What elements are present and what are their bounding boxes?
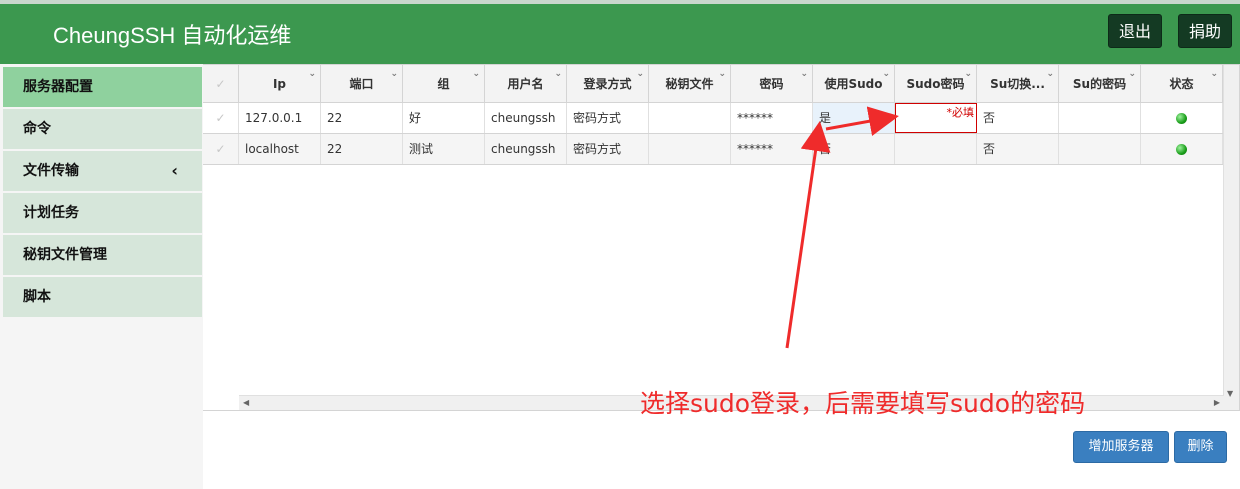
sort-caret-icon[interactable]: ⌄ <box>882 69 890 79</box>
sidebar-item-label: 脚本 <box>23 289 51 305</box>
scroll-down-arrow-icon[interactable]: ▼ <box>1227 389 1233 398</box>
cell-username[interactable]: cheungssh <box>485 134 567 164</box>
sidebar-item-scheduled-tasks[interactable]: 计划任务 <box>3 193 202 233</box>
sort-caret-icon[interactable]: ⌄ <box>800 69 808 79</box>
sidebar-item-command[interactable]: 命令 <box>3 109 202 149</box>
sort-caret-icon[interactable]: ⌄ <box>636 69 644 79</box>
chevron-left-icon[interactable]: ‹ <box>171 151 178 191</box>
column-header-port[interactable]: 端口 ⌄ <box>321 65 403 103</box>
column-header-sudo-password[interactable]: Sudo密码 ⌄ <box>895 65 977 103</box>
cell-sudo-password[interactable] <box>895 134 977 164</box>
sidebar-item-file-transfer[interactable]: 文件传输 ‹ <box>3 151 202 191</box>
column-header-username[interactable]: 用户名 ⌄ <box>485 65 567 103</box>
cell-password[interactable]: ****** <box>731 134 813 164</box>
annotation-text: 选择sudo登录，后需要填写sudo的密码 <box>640 389 1086 418</box>
sort-caret-icon[interactable]: ⌄ <box>472 69 480 79</box>
cell-port[interactable]: 22 <box>321 103 403 133</box>
table-header: ✓ Ip ⌄ 端口 ⌄ 组 ⌄ 用户名 ⌄ 登录方式 ⌄ 秘钥文件 ⌄ 密码 ⌄ 使用Sudo… <box>203 65 1224 103</box>
cell-status <box>1141 103 1223 133</box>
cell-port[interactable]: 22 <box>321 134 403 164</box>
row-checkbox[interactable]: ✓ <box>203 134 239 164</box>
row-checkbox[interactable]: ✓ <box>203 103 239 133</box>
scroll-right-arrow-icon[interactable]: ▶ <box>1214 398 1220 407</box>
table-row[interactable]: ✓ 127.0.0.1 22 好 cheungssh 密码方式 ****** 是… <box>203 103 1224 134</box>
cell-ip[interactable]: 127.0.0.1 <box>239 103 321 133</box>
server-table: ✓ Ip ⌄ 端口 ⌄ 组 ⌄ 用户名 ⌄ 登录方式 ⌄ 秘钥文件 ⌄ 密码 ⌄ 使用Sudo… <box>203 64 1240 411</box>
add-server-button[interactable]: 增加服务器 <box>1073 431 1169 463</box>
cell-key-file[interactable] <box>649 134 731 164</box>
column-header-ip[interactable]: Ip ⌄ <box>239 65 321 103</box>
table-row[interactable]: ✓ localhost 22 测试 cheungssh 密码方式 ****** … <box>203 134 1224 165</box>
sidebar-item-scripts[interactable]: 脚本 <box>3 277 202 317</box>
cell-group[interactable]: 好 <box>403 103 485 133</box>
sidebar-item-label: 命令 <box>23 121 51 137</box>
sidebar-item-server-config[interactable]: 服务器配置 <box>3 67 202 107</box>
sidebar-item-key-files[interactable]: 秘钥文件管理 <box>3 235 202 275</box>
select-all-checkbox[interactable]: ✓ <box>203 65 239 103</box>
column-header-su-password[interactable]: Su的密码 ⌄ <box>1059 65 1141 103</box>
sidebar-item-label: 秘钥文件管理 <box>23 247 107 263</box>
column-header-key-file[interactable]: 秘钥文件 ⌄ <box>649 65 731 103</box>
cell-use-sudo[interactable]: 是 <box>813 103 895 133</box>
cell-su-switch[interactable]: 否 <box>977 103 1059 133</box>
cell-ip[interactable]: localhost <box>239 134 321 164</box>
sort-caret-icon[interactable]: ⌄ <box>1210 69 1218 79</box>
sort-caret-icon[interactable]: ⌄ <box>308 69 316 79</box>
status-online-icon <box>1176 144 1187 155</box>
sort-caret-icon[interactable]: ⌄ <box>1128 69 1136 79</box>
scroll-left-arrow-icon[interactable]: ◀ <box>243 398 249 407</box>
cell-status <box>1141 134 1223 164</box>
cell-su-switch[interactable]: 否 <box>977 134 1059 164</box>
sidebar: 服务器配置 命令 文件传输 ‹ 计划任务 秘钥文件管理 脚本 <box>0 64 203 489</box>
sort-caret-icon[interactable]: ⌄ <box>964 69 972 79</box>
delete-button[interactable]: 删除 <box>1174 431 1227 463</box>
app-title: CheungSSH 自动化运维 <box>53 23 292 48</box>
cell-login-method[interactable]: 密码方式 <box>567 134 649 164</box>
vertical-scrollbar[interactable]: ▼ <box>1223 65 1239 410</box>
sidebar-item-label: 计划任务 <box>23 205 79 221</box>
cell-sudo-password-input[interactable]: *必填 <box>895 103 977 133</box>
column-header-password[interactable]: 密码 ⌄ <box>731 65 813 103</box>
donate-button[interactable]: 捐助 <box>1178 14 1232 48</box>
column-header-use-sudo[interactable]: 使用Sudo ⌄ <box>813 65 895 103</box>
cell-key-file[interactable] <box>649 103 731 133</box>
column-header-login-method[interactable]: 登录方式 ⌄ <box>567 65 649 103</box>
sidebar-item-label: 服务器配置 <box>23 79 93 95</box>
sort-caret-icon[interactable]: ⌄ <box>554 69 562 79</box>
column-header-group[interactable]: 组 ⌄ <box>403 65 485 103</box>
cell-group[interactable]: 测试 <box>403 134 485 164</box>
sort-caret-icon[interactable]: ⌄ <box>390 69 398 79</box>
column-header-status[interactable]: 状态 ⌄ <box>1141 65 1223 103</box>
sort-caret-icon[interactable]: ⌄ <box>1046 69 1054 79</box>
column-header-su-switch[interactable]: Su切换... ⌄ <box>977 65 1059 103</box>
cell-su-password[interactable] <box>1059 103 1141 133</box>
logout-button[interactable]: 退出 <box>1108 14 1162 48</box>
status-online-icon <box>1176 113 1187 124</box>
cell-username[interactable]: cheungssh <box>485 103 567 133</box>
sidebar-item-label: 文件传输 <box>23 163 79 179</box>
cell-su-password[interactable] <box>1059 134 1141 164</box>
cell-password[interactable]: ****** <box>731 103 813 133</box>
cell-use-sudo[interactable]: 否 <box>813 134 895 164</box>
top-header-bar: CheungSSH 自动化运维 退出 捐助 <box>0 0 1240 64</box>
cell-login-method[interactable]: 密码方式 <box>567 103 649 133</box>
sort-caret-icon[interactable]: ⌄ <box>718 69 726 79</box>
